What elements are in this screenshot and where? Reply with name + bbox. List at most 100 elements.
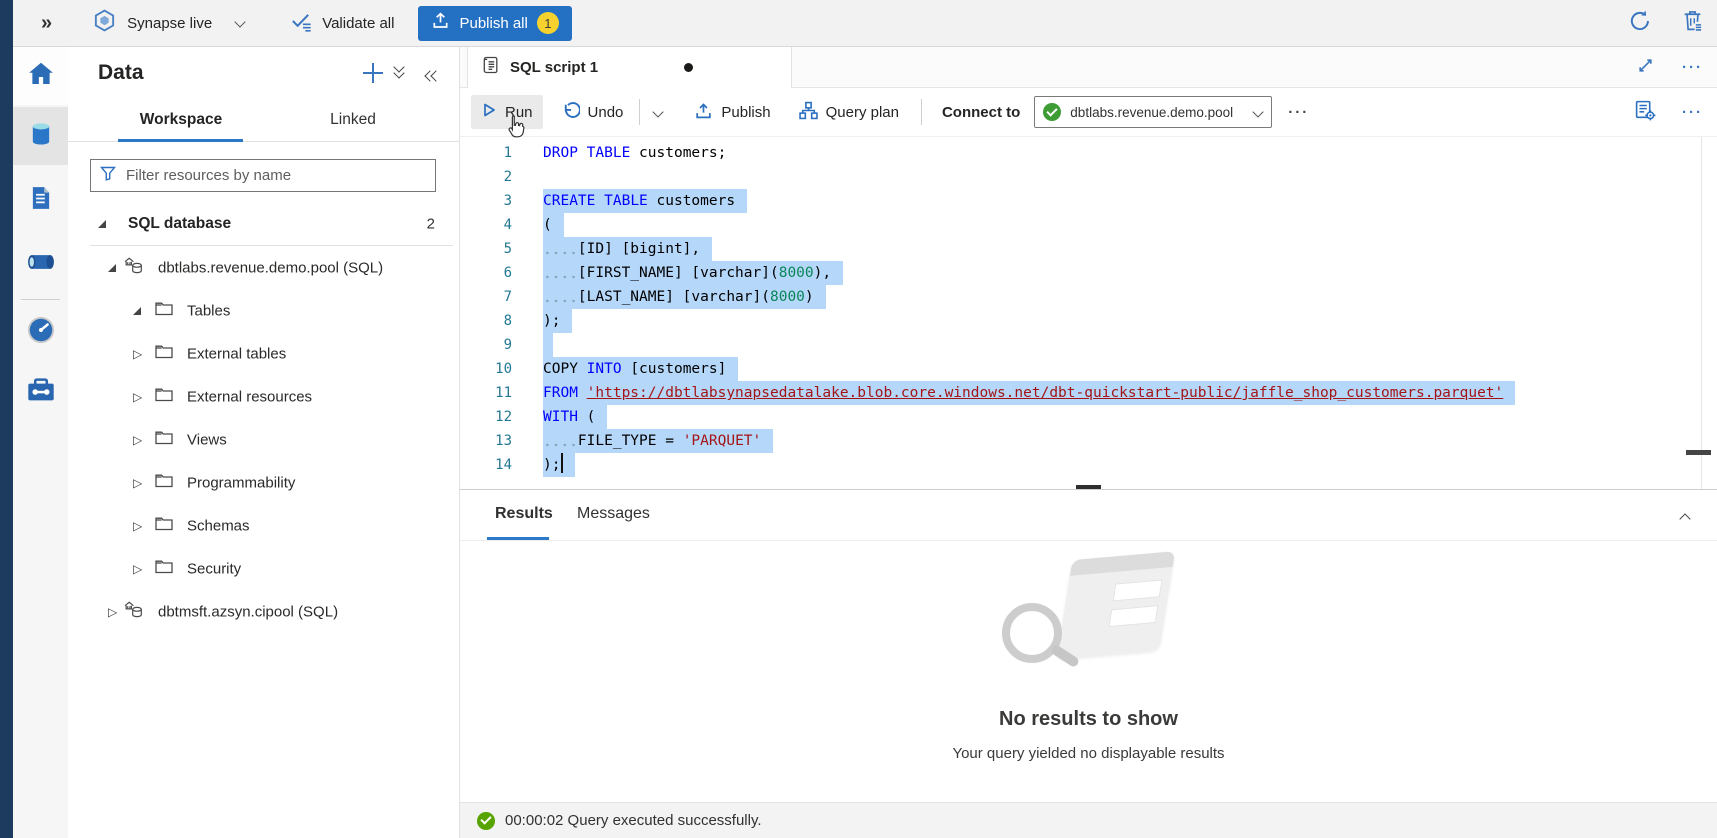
collapsed-caret-icon[interactable]: ▷ <box>133 563 142 575</box>
filter-funnel-icon <box>100 166 116 186</box>
empty-state-subtitle: Your query yielded no displayable result… <box>460 745 1717 762</box>
collapsed-caret-icon[interactable]: ▷ <box>133 348 142 360</box>
tab-results[interactable]: Results <box>495 490 553 538</box>
splitter-grip[interactable] <box>1076 485 1101 489</box>
discard-trash-icon[interactable] <box>1682 9 1703 37</box>
code-line-4[interactable]: 4( <box>460 213 1717 237</box>
tree-item-label: External tables <box>187 345 286 362</box>
tab-linked[interactable]: Linked <box>308 99 398 141</box>
code-line-10[interactable]: 10COPY INTO [customers] <box>460 357 1717 381</box>
panel-title: Data <box>98 61 144 85</box>
line-number: 5 <box>460 237 512 261</box>
toolbar-more-icon[interactable]: ··· <box>1682 105 1703 120</box>
collapsed-caret-icon[interactable]: ▷ <box>133 520 142 532</box>
success-check-icon <box>477 812 495 830</box>
query-plan-label: Query plan <box>826 104 899 121</box>
query-plan-button[interactable]: Query plan <box>789 94 909 131</box>
line-number: 1 <box>460 141 512 165</box>
tab-sql-script-1[interactable]: SQL script 1 <box>467 47 792 88</box>
nav-data-button[interactable] <box>13 107 68 165</box>
add-resource-button[interactable] <box>361 61 385 85</box>
tree-item-views[interactable]: ▷Views <box>68 418 459 461</box>
code-line-14[interactable]: 14); <box>460 453 1717 477</box>
top-command-bar: » Synapse live Validate all Publish all … <box>13 0 1717 47</box>
publish-all-button[interactable]: Publish all 1 <box>418 6 571 41</box>
collapsed-caret-icon[interactable]: ▷ <box>108 606 117 618</box>
code-line-6[interactable]: 6 [FIRST_NAME] [varchar](8000), <box>460 261 1717 285</box>
tree-item-sql-database[interactable]: SQL database2 <box>68 202 459 245</box>
tab-title: SQL script 1 <box>510 59 598 76</box>
code-line-3[interactable]: 3CREATE TABLE customers <box>460 189 1717 213</box>
collapsed-caret-icon[interactable]: ▷ <box>133 434 142 446</box>
nav-monitor-button[interactable] <box>13 303 68 361</box>
code-line-5[interactable]: 5 [ID] [bigint], <box>460 237 1717 261</box>
collapse-all-icon[interactable] <box>395 63 403 75</box>
nav-integrate-button[interactable] <box>13 235 68 293</box>
nav-home-button[interactable] <box>13 47 68 105</box>
tree-item-security[interactable]: ▷Security <box>68 547 459 590</box>
line-number: 13 <box>460 429 512 453</box>
synapse-studio-app: » Synapse live Validate all Publish all … <box>0 0 1717 838</box>
tree-item-schemas[interactable]: ▷Schemas <box>68 504 459 547</box>
code-line-7[interactable]: 7 [LAST_NAME] [varchar](8000) <box>460 285 1717 309</box>
tab-more-actions-icon[interactable]: ··· <box>1682 60 1703 75</box>
code-text: ); <box>543 309 572 333</box>
tree-item-external-resources[interactable]: ▷External resources <box>68 375 459 418</box>
publish-button[interactable]: Publish <box>684 94 780 131</box>
collapse-results-icon[interactable] <box>1681 510 1689 528</box>
tab-messages[interactable]: Messages <box>577 490 650 538</box>
expanded-caret-icon[interactable] <box>98 220 106 228</box>
tree-item-programmability[interactable]: ▷Programmability <box>68 461 459 504</box>
validate-check-icon <box>290 10 313 36</box>
code-line-1[interactable]: 1DROP TABLE customers; <box>460 141 1717 165</box>
pool-online-check-icon <box>1043 103 1061 121</box>
undo-redo-chevron[interactable] <box>646 96 670 128</box>
pipeline-icon <box>26 249 56 280</box>
connect-to-label: Connect to <box>942 104 1020 121</box>
collapse-panel-icon[interactable] <box>426 67 438 85</box>
run-button[interactable]: Run <box>471 95 543 129</box>
expand-editor-icon[interactable] <box>1637 57 1654 79</box>
nav-develop-button[interactable] <box>13 171 68 229</box>
nav-manage-button[interactable] <box>13 363 68 421</box>
data-explorer-panel: Data Workspace Linked SQL database2dbtla… <box>68 47 460 838</box>
code-line-9[interactable]: 9 <box>460 333 1717 357</box>
gauge-icon <box>26 315 56 350</box>
pool-name: dbtlabs.revenue.demo.pool <box>1070 105 1254 120</box>
connect-more-icon[interactable]: ··· <box>1288 104 1309 121</box>
sql-script-icon <box>481 55 499 80</box>
expanded-caret-icon[interactable] <box>108 264 116 272</box>
code-text: ); <box>543 453 575 477</box>
tab-workspace[interactable]: Workspace <box>116 99 246 141</box>
filter-resources-input[interactable] <box>124 166 435 185</box>
database-icon <box>27 120 55 153</box>
properties-icon[interactable] <box>1634 99 1656 126</box>
tree-item-label: Tables <box>187 302 230 319</box>
code-line-8[interactable]: 8); <box>460 309 1717 333</box>
code-line-13[interactable]: 13 FILE_TYPE = 'PARQUET' <box>460 429 1717 453</box>
expand-panel-icon[interactable]: » <box>41 12 52 35</box>
synapse-live-dropdown[interactable]: Synapse live <box>92 8 244 38</box>
code-line-2[interactable]: 2 <box>460 165 1717 189</box>
synapse-hexagon-icon <box>92 8 117 38</box>
collapsed-caret-icon[interactable]: ▷ <box>133 477 142 489</box>
refresh-icon[interactable] <box>1628 9 1652 38</box>
sql-code-editor[interactable]: 1DROP TABLE customers;23CREATE TABLE cus… <box>460 137 1717 490</box>
collapsed-caret-icon[interactable]: ▷ <box>133 391 142 403</box>
code-line-12[interactable]: 12WITH ( <box>460 405 1717 429</box>
expanded-caret-icon[interactable] <box>133 307 141 315</box>
sql-pool-database-icon <box>123 255 144 280</box>
publish-label: Publish <box>721 104 770 121</box>
tree-item-tables[interactable]: Tables <box>68 289 459 332</box>
code-text: FILE_TYPE = 'PARQUET' <box>543 429 773 453</box>
document-tab-bar: SQL script 1 ··· <box>460 47 1717 88</box>
tree-item-dbtmsft-azsyn-cipool-sql[interactable]: ▷dbtmsft.azsyn.cipool (SQL) <box>68 590 459 633</box>
tree-item-external-tables[interactable]: ▷ External tables <box>68 332 459 375</box>
tree-item-dbtlabs-revenue-demo-pool-sql[interactable]: dbtlabs.revenue.demo.pool (SQL) <box>68 246 459 289</box>
connect-to-pool-dropdown[interactable]: dbtlabs.revenue.demo.pool <box>1034 96 1272 128</box>
undo-button[interactable]: Undo <box>551 94 634 131</box>
active-tab-underline <box>118 139 243 142</box>
line-number: 10 <box>460 357 512 381</box>
code-line-11[interactable]: 11FROM 'https://dbtlabsynapsedatalake.bl… <box>460 381 1717 405</box>
validate-all-button[interactable]: Validate all <box>290 10 394 36</box>
